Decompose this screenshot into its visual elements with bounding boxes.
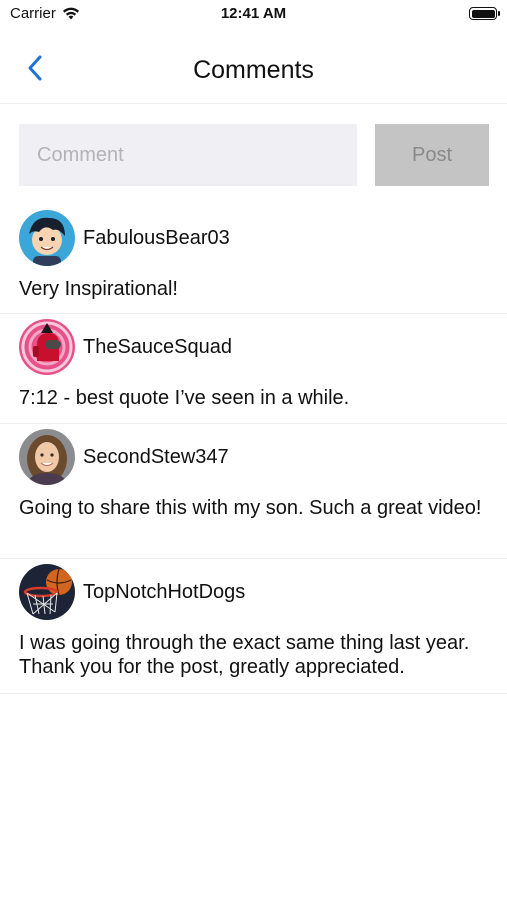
comment-text: Going to share this with my son. Such a …	[19, 497, 482, 519]
comment-text: Very Inspirational!	[19, 278, 178, 300]
post-button[interactable]: Post	[375, 124, 489, 186]
comment-username[interactable]: FabulousBear03	[83, 227, 230, 250]
comment-username[interactable]: TopNotchHotDogs	[83, 581, 245, 604]
comment-header: FabulousBear03	[19, 205, 488, 267]
comment-item: TopNotchHotDogs I was going through the …	[0, 559, 507, 694]
woman-photo-avatar[interactable]	[19, 429, 75, 485]
comment-item: TheSauceSquad 7:12 - best quote I’ve see…	[0, 314, 507, 424]
comment-item: FabulousBear03 Very Inspirational!	[0, 205, 507, 314]
comment-header: TheSauceSquad	[19, 314, 488, 376]
cartoon-boy-avatar[interactable]	[19, 210, 75, 266]
battery-icon	[469, 7, 500, 20]
comment-input[interactable]	[19, 124, 357, 186]
comment-header: SecondStew347	[19, 424, 488, 486]
comment-list: FabulousBear03 Very Inspirational! TheSa…	[0, 205, 507, 694]
comment-composer: Post	[19, 124, 489, 186]
basketball-hoop-avatar[interactable]	[19, 564, 75, 620]
comment-text: I was going through the exact same thing…	[19, 632, 470, 678]
red-crewmate-avatar[interactable]	[19, 319, 75, 375]
comment-item: SecondStew347 Going to share this with m…	[0, 424, 507, 559]
page-title: Comments	[193, 56, 314, 84]
status-time: 12:41 AM	[220, 5, 287, 22]
comment-header: TopNotchHotDogs	[19, 559, 488, 621]
comment-username[interactable]: TheSauceSquad	[83, 336, 232, 359]
status-bar: Carrier 12:41 AM	[0, 0, 507, 28]
navigation-bar: Comments	[0, 36, 507, 104]
comment-username[interactable]: SecondStew347	[83, 446, 229, 469]
comment-text: 7:12 - best quote I’ve seen in a while.	[19, 387, 350, 409]
